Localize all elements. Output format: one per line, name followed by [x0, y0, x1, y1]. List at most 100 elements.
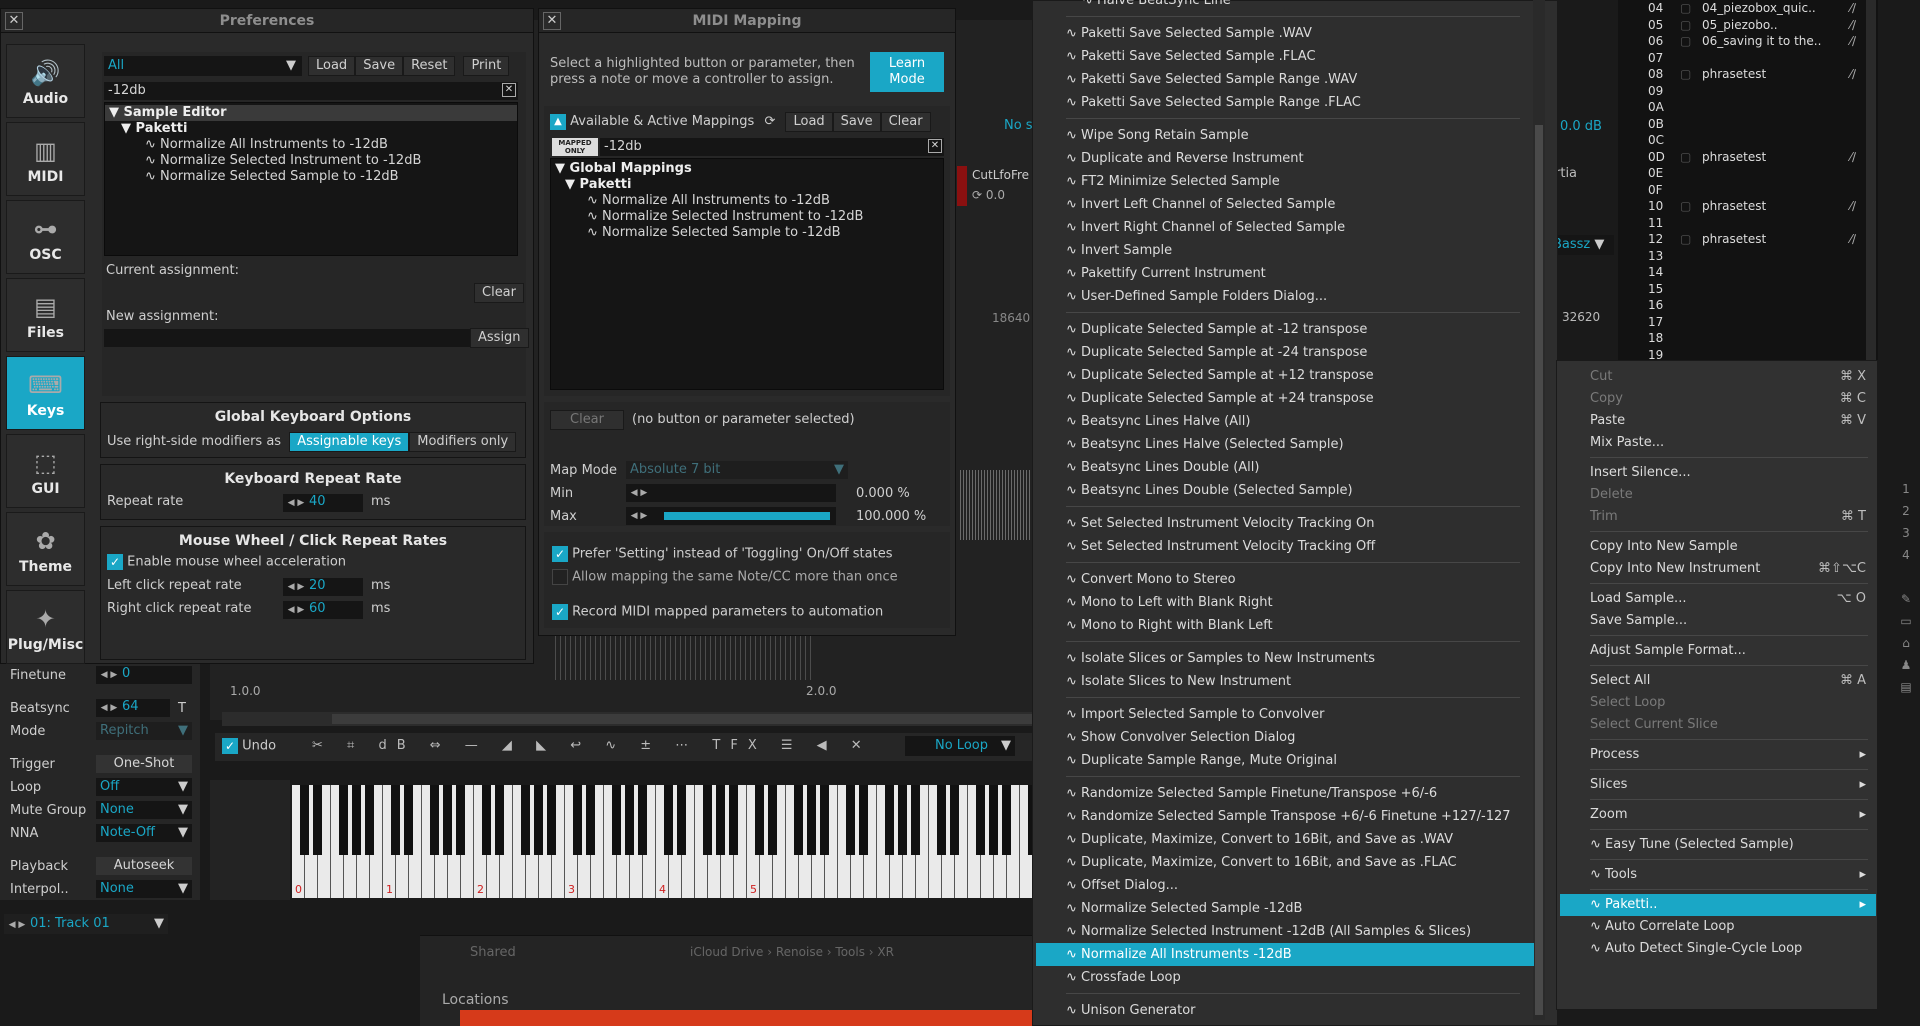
- context-item-slices[interactable]: Slices ▸: [1560, 774, 1876, 796]
- left-click-stepper[interactable]: ◀ ▶ 20: [283, 578, 363, 596]
- instrument-row[interactable]: 05 ▢ 05_piezobo.. ⁄∕: [1618, 17, 1878, 34]
- tree-root[interactable]: ▼ Global Mappings: [551, 161, 943, 177]
- paketti-menu-item[interactable]: ∿ Invert Left Channel of Selected Sample: [1036, 193, 1526, 216]
- paketti-menu-item[interactable]: ∿ Duplicate Sample Range, Mute Original: [1036, 749, 1526, 772]
- paketti-menu-item[interactable]: ∿ Pakettify Current Instrument: [1036, 262, 1526, 285]
- close-icon[interactable]: ✕: [543, 12, 561, 30]
- mute-group-select[interactable]: None ▼: [96, 801, 192, 819]
- paketti-menu-item[interactable]: ∿ Mono to Right with Blank Left: [1036, 614, 1526, 637]
- paketti-menu-item[interactable]: ∿ Mono to Left with Blank Right: [1036, 591, 1526, 614]
- instrument-row[interactable]: 11: [1618, 215, 1878, 232]
- preferences-titlebar[interactable]: ✕ Preferences: [1, 9, 533, 33]
- paketti-menu-item[interactable]: ∿ Paketti Save Selected Sample .WAV: [1036, 22, 1526, 45]
- piano-black-key[interactable]: [300, 785, 309, 855]
- piano-black-key[interactable]: [716, 785, 725, 855]
- piano-black-key[interactable]: [456, 785, 465, 855]
- instrument-row[interactable]: 16: [1618, 297, 1878, 314]
- piano-black-key[interactable]: [482, 785, 491, 855]
- context-item-easy-tune-selected-sample[interactable]: ∿ Easy Tune (Selected Sample): [1560, 834, 1876, 856]
- loop-select[interactable]: Off ▼: [96, 778, 192, 796]
- paketti-menu-item[interactable]: ∿ Offset Dialog...: [1036, 874, 1526, 897]
- tab-keys[interactable]: ⌨ Keys: [6, 356, 85, 430]
- instrument-row[interactable]: 06 ▢ 06_saving it to the.. ⁄∕: [1618, 33, 1878, 50]
- tab-audio[interactable]: 🔊 Audio: [6, 44, 85, 118]
- instrument-row[interactable]: 0E: [1618, 165, 1878, 182]
- instrument-row[interactable]: 15: [1618, 281, 1878, 298]
- tree-item[interactable]: ∿ Normalize Selected Sample to -12dB: [551, 225, 943, 241]
- instrument-row[interactable]: 08 ▢ phrasetest ⁄∕: [1618, 66, 1878, 83]
- piano-black-key[interactable]: [534, 785, 543, 855]
- min-slider[interactable]: ◀ ▶: [626, 484, 836, 502]
- learn-mode-button[interactable]: Learn Mode: [870, 52, 944, 92]
- paketti-menu-item[interactable]: ∿ Duplicate, Maximize, Convert to 16Bit,…: [1036, 851, 1526, 874]
- piano-black-key[interactable]: [898, 785, 907, 855]
- piano-black-key[interactable]: [313, 785, 322, 855]
- paketti-menu-item[interactable]: ∿ Duplicate Selected Sample at +24 trans…: [1036, 387, 1526, 410]
- instrument-row[interactable]: 14: [1618, 264, 1878, 281]
- clear-search-icon[interactable]: ✕: [502, 83, 516, 97]
- paketti-menu-item[interactable]: ∿ Duplicate and Reverse Instrument: [1036, 147, 1526, 170]
- instrument-row[interactable]: 09: [1618, 83, 1878, 100]
- tree-item[interactable]: ∿ Normalize Selected Instrument to -12dB: [105, 153, 517, 169]
- save-button[interactable]: Save: [832, 112, 881, 132]
- piano-black-key[interactable]: [586, 785, 595, 855]
- piano-black-key[interactable]: [794, 785, 803, 855]
- toolbar-icons[interactable]: ✂ ⌗ dB ⇔ — ◢ ◣ ↩ ∿ ± ⋯ TFX ☰ ◀ ✕: [312, 738, 872, 753]
- paketti-menu-item[interactable]: ∿ User-Defined Sample Folders Dialog...: [1036, 285, 1526, 308]
- instrument-row[interactable]: 0D ▢ phrasetest ⁄∕: [1618, 149, 1878, 166]
- paketti-menu-item[interactable]: ∿ Set Selected Instrument Velocity Track…: [1036, 535, 1526, 558]
- list-scrollbar[interactable]: [1866, 0, 1876, 360]
- context-item-mix-paste[interactable]: Mix Paste...: [1560, 432, 1876, 454]
- paketti-menu-item[interactable]: ∿ Beatsync Lines Halve (All): [1036, 410, 1526, 433]
- piano-black-key[interactable]: [443, 785, 452, 855]
- instrument-row[interactable]: 10 ▢ phrasetest ⁄∕: [1618, 198, 1878, 215]
- context-item-copy-into-new-instrument[interactable]: Copy Into New Instrument ⌘⇧⌥C: [1560, 558, 1876, 580]
- piano-black-key[interactable]: [521, 785, 530, 855]
- paketti-menu-item[interactable]: ∿ FT2 Minimize Selected Sample: [1036, 170, 1526, 193]
- paketti-menu-item[interactable]: ∿ Beatsync Lines Double (Selected Sample…: [1036, 479, 1526, 502]
- paketti-menu-item[interactable]: ∿ Beatsync Lines Halve (Selected Sample): [1036, 433, 1526, 456]
- context-item-delete[interactable]: Delete: [1560, 484, 1876, 506]
- piano-black-key[interactable]: [573, 785, 582, 855]
- tree-item[interactable]: ∿ Normalize All Instruments to -12dB: [551, 193, 943, 209]
- instrument-row[interactable]: 0C: [1618, 132, 1878, 149]
- close-icon[interactable]: ✕: [5, 12, 23, 30]
- tab-files[interactable]: ▤ Files: [6, 278, 85, 352]
- record-midi-checkbox[interactable]: ✓ Record MIDI mapped parameters to autom…: [552, 604, 883, 620]
- tab-plug-misc[interactable]: ✦ Plug/Misc: [6, 590, 85, 664]
- piano-black-key[interactable]: [937, 785, 946, 855]
- piano-black-key[interactable]: [807, 785, 816, 855]
- playback-button[interactable]: Autoseek: [96, 857, 192, 875]
- clear-assignment-button[interactable]: Clear: [474, 283, 524, 303]
- paketti-menu-item[interactable]: ∿ Randomize Selected Sample Transpose +6…: [1036, 805, 1526, 828]
- tree-group[interactable]: ▼ Paketti: [105, 121, 517, 137]
- new-assignment-input[interactable]: [104, 329, 470, 347]
- paketti-menu-item[interactable]: ∿ Invert Right Channel of Selected Sampl…: [1036, 216, 1526, 239]
- shared-label[interactable]: Shared: [470, 945, 516, 960]
- piano-black-key[interactable]: [612, 785, 621, 855]
- allow-mapping-checkbox[interactable]: Allow mapping the same Note/CC more than…: [552, 569, 898, 585]
- paketti-menu-item[interactable]: ∿ Invert Sample: [1036, 239, 1526, 262]
- clear-mapping-button[interactable]: Clear: [550, 410, 624, 430]
- paketti-menu-item[interactable]: ∿ Duplicate Selected Sample at +12 trans…: [1036, 364, 1526, 387]
- midi-search-input[interactable]: -12db ✕: [600, 138, 944, 156]
- context-item-insert-silence[interactable]: Insert Silence...: [1560, 462, 1876, 484]
- tree-item[interactable]: ∿ Normalize All Instruments to -12dB: [105, 137, 517, 153]
- piano-black-key[interactable]: [859, 785, 868, 855]
- collapse-icon[interactable]: ▲: [550, 113, 566, 130]
- piano-black-key[interactable]: [846, 785, 855, 855]
- breadcrumb[interactable]: iCloud Drive › Renoise › Tools › XR: [690, 945, 894, 959]
- pref-search-input[interactable]: -12db ✕: [104, 82, 518, 100]
- piano-black-key[interactable]: [1002, 785, 1011, 855]
- piano-black-key[interactable]: [755, 785, 764, 855]
- piano-black-key[interactable]: [976, 785, 985, 855]
- repeat-rate-stepper[interactable]: ◀ ▶ 40: [283, 494, 363, 512]
- context-item-process[interactable]: Process ▸: [1560, 744, 1876, 766]
- paketti-menu-item[interactable]: ∿ Crossfade Loop: [1036, 966, 1526, 989]
- finetune-value[interactable]: ◀ ▶ 0: [96, 666, 192, 684]
- paketti-menu-item[interactable]: ∿ Set Selected Instrument Velocity Track…: [1036, 512, 1526, 535]
- piano-black-key[interactable]: [547, 785, 556, 855]
- context-item-cut[interactable]: Cut ⌘ X: [1560, 366, 1876, 388]
- context-item-select-all[interactable]: Select All ⌘ A: [1560, 670, 1876, 692]
- tree-item[interactable]: ∿ Normalize Selected Sample to -12dB: [105, 169, 517, 185]
